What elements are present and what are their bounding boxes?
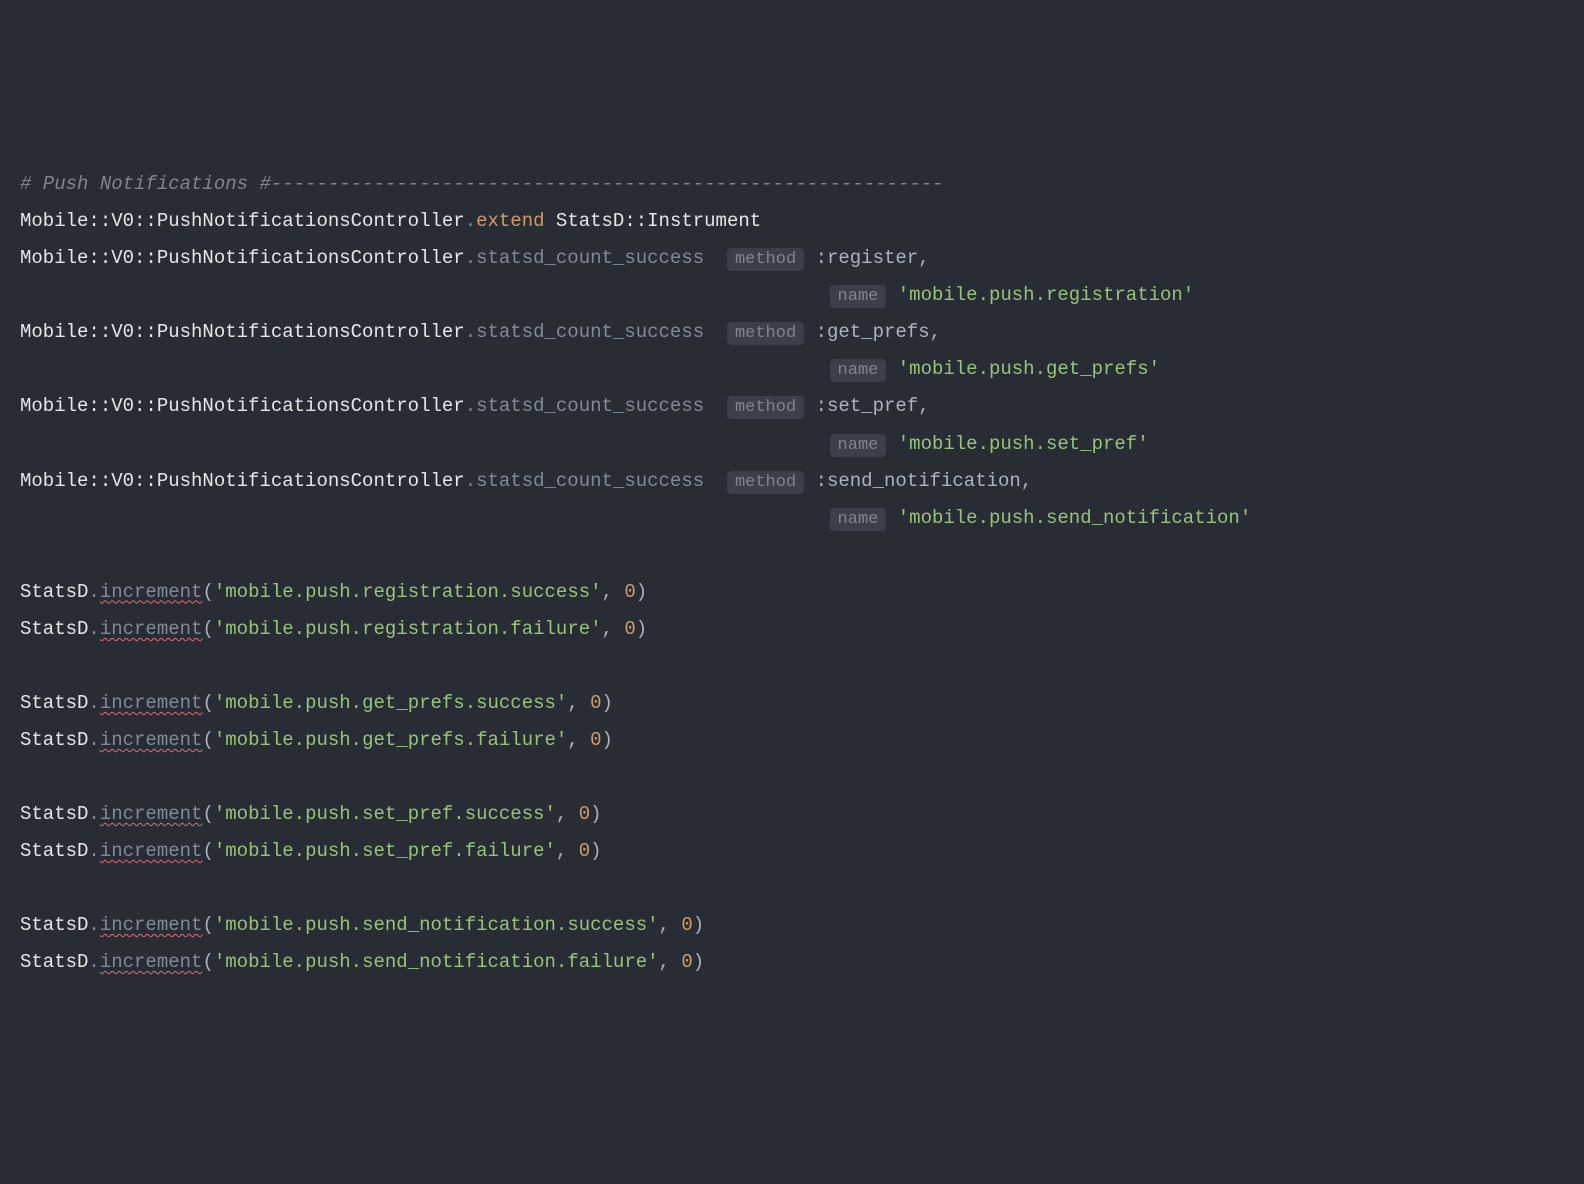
number: 0 bbox=[681, 951, 692, 973]
param-tag-name: name bbox=[830, 359, 887, 382]
statsd-method: statsd_count_success bbox=[476, 470, 704, 492]
code-line-extend: Mobile::V0::PushNotificationsController.… bbox=[20, 203, 1564, 240]
code-line: Mobile::V0::PushNotificationsController.… bbox=[20, 314, 1564, 351]
string: 'mobile.push.get_prefs' bbox=[898, 358, 1160, 380]
statsd-class: StatsD bbox=[20, 729, 88, 751]
code-line-increment: StatsD.increment('mobile.push.get_prefs.… bbox=[20, 722, 1564, 759]
controller-path: Mobile::V0::PushNotificationsController bbox=[20, 395, 465, 417]
increment-method: increment bbox=[100, 581, 203, 603]
number: 0 bbox=[590, 729, 601, 751]
symbol: :get_prefs bbox=[816, 321, 930, 343]
code-line: Mobile::V0::PushNotificationsController.… bbox=[20, 463, 1564, 500]
blank-line bbox=[20, 759, 1564, 796]
string: 'mobile.push.send_notification' bbox=[898, 507, 1251, 529]
string: 'mobile.push.get_prefs.failure' bbox=[214, 729, 567, 751]
increment-method: increment bbox=[100, 951, 203, 973]
param-tag-method: method bbox=[727, 322, 804, 345]
instrument-class: StatsD::Instrument bbox=[556, 210, 761, 232]
increment-method: increment bbox=[100, 692, 203, 714]
code-line-cont: name 'mobile.push.get_prefs' bbox=[20, 351, 1564, 388]
statsd-class: StatsD bbox=[20, 803, 88, 825]
statsd-class: StatsD bbox=[20, 618, 88, 640]
increment-method: increment bbox=[100, 803, 203, 825]
string: 'mobile.push.set_pref.failure' bbox=[214, 840, 556, 862]
param-tag-method: method bbox=[727, 471, 804, 494]
blank-line bbox=[20, 870, 1564, 907]
number: 0 bbox=[624, 581, 635, 603]
string: 'mobile.push.registration' bbox=[898, 284, 1194, 306]
increment-method: increment bbox=[100, 729, 203, 751]
string: 'mobile.push.set_pref' bbox=[898, 433, 1149, 455]
code-line-increment: StatsD.increment('mobile.push.send_notif… bbox=[20, 944, 1564, 981]
controller-path: Mobile::V0::PushNotificationsController bbox=[20, 210, 465, 232]
statsd-method: statsd_count_success bbox=[476, 321, 704, 343]
code-line-increment: StatsD.increment('mobile.push.registrati… bbox=[20, 611, 1564, 648]
code-line: Mobile::V0::PushNotificationsController.… bbox=[20, 388, 1564, 425]
controller-path: Mobile::V0::PushNotificationsController bbox=[20, 321, 465, 343]
comment-line: # Push Notifications #------------------… bbox=[20, 166, 1564, 203]
extend-keyword: extend bbox=[476, 210, 544, 232]
code-line-cont: name 'mobile.push.set_pref' bbox=[20, 426, 1564, 463]
statsd-class: StatsD bbox=[20, 951, 88, 973]
statsd-class: StatsD bbox=[20, 581, 88, 603]
string: 'mobile.push.registration.failure' bbox=[214, 618, 602, 640]
number: 0 bbox=[624, 618, 635, 640]
number: 0 bbox=[590, 692, 601, 714]
code-line-increment: StatsD.increment('mobile.push.send_notif… bbox=[20, 907, 1564, 944]
statsd-class: StatsD bbox=[20, 914, 88, 936]
symbol: :send_notification bbox=[816, 470, 1021, 492]
number: 0 bbox=[579, 803, 590, 825]
increment-method: increment bbox=[100, 840, 203, 862]
statsd-class: StatsD bbox=[20, 692, 88, 714]
string: 'mobile.push.send_notification.failure' bbox=[214, 951, 659, 973]
symbol: :register bbox=[816, 247, 919, 269]
comment-text: # Push Notifications #------------------… bbox=[20, 173, 944, 195]
code-line-cont: name 'mobile.push.send_notification' bbox=[20, 500, 1564, 537]
param-tag-name: name bbox=[830, 285, 887, 308]
string: 'mobile.push.set_pref.success' bbox=[214, 803, 556, 825]
increment-method: increment bbox=[100, 618, 203, 640]
param-tag-name: name bbox=[830, 508, 887, 531]
blank-line bbox=[20, 537, 1564, 574]
symbol: :set_pref bbox=[816, 395, 919, 417]
code-line-cont: name 'mobile.push.registration' bbox=[20, 277, 1564, 314]
increment-method: increment bbox=[100, 914, 203, 936]
statsd-method: statsd_count_success bbox=[476, 395, 704, 417]
code-line-increment: StatsD.increment('mobile.push.set_pref.s… bbox=[20, 796, 1564, 833]
controller-path: Mobile::V0::PushNotificationsController bbox=[20, 470, 465, 492]
statsd-class: StatsD bbox=[20, 840, 88, 862]
param-tag-method: method bbox=[727, 396, 804, 419]
code-line: Mobile::V0::PushNotificationsController.… bbox=[20, 240, 1564, 277]
controller-path: Mobile::V0::PushNotificationsController bbox=[20, 247, 465, 269]
string: 'mobile.push.get_prefs.success' bbox=[214, 692, 567, 714]
string: 'mobile.push.registration.success' bbox=[214, 581, 602, 603]
string: 'mobile.push.send_notification.success' bbox=[214, 914, 659, 936]
statsd-method: statsd_count_success bbox=[476, 247, 704, 269]
code-line-increment: StatsD.increment('mobile.push.registrati… bbox=[20, 574, 1564, 611]
code-line-increment: StatsD.increment('mobile.push.get_prefs.… bbox=[20, 685, 1564, 722]
blank-line bbox=[20, 648, 1564, 685]
number: 0 bbox=[579, 840, 590, 862]
param-tag-method: method bbox=[727, 248, 804, 271]
number: 0 bbox=[681, 914, 692, 936]
code-line-increment: StatsD.increment('mobile.push.set_pref.f… bbox=[20, 833, 1564, 870]
code-editor[interactable]: # Push Notifications #------------------… bbox=[20, 166, 1564, 981]
param-tag-name: name bbox=[830, 434, 887, 457]
